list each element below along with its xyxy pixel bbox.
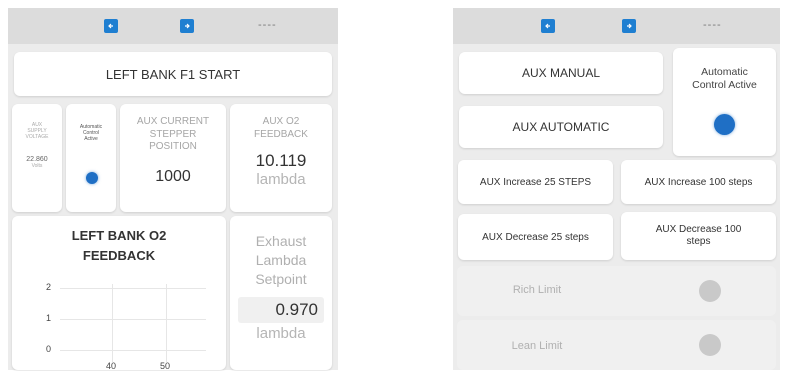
nav-forward-button[interactable] bbox=[180, 19, 194, 33]
setpoint-value-field[interactable]: 0.970 bbox=[238, 296, 324, 323]
aux-manual-button[interactable]: AUX MANUAL bbox=[459, 52, 663, 94]
exhaust-lambda-setpoint-card: Exhaust Lambda Setpoint 0.970 lambda bbox=[230, 216, 332, 370]
lean-limit-row: Lean Limit bbox=[457, 320, 776, 370]
arrow-left-icon bbox=[545, 23, 550, 29]
aux-automatic-button[interactable]: AUX AUTOMATIC bbox=[459, 106, 663, 148]
arrow-right-icon bbox=[185, 23, 190, 29]
aux-decrease-100-button[interactable]: AUX Decrease 100 steps bbox=[621, 212, 776, 260]
o2-feedback-value: 10.119 bbox=[255, 151, 307, 170]
auto-control-indicator bbox=[86, 172, 98, 184]
nav-menu-dots[interactable]: ---- bbox=[703, 19, 722, 31]
aux-increase-100-button[interactable]: AUX Increase 100 steps bbox=[621, 160, 776, 204]
aux-supply-unit: Volts bbox=[31, 163, 43, 169]
arrow-left-icon bbox=[108, 23, 113, 29]
rich-limit-indicator bbox=[699, 280, 721, 302]
nav-back-button[interactable] bbox=[541, 19, 555, 33]
aux-o2-feedback-card: AUX O2 FEEDBACK 10.119 lambda bbox=[230, 104, 332, 212]
left-bank-panel: ---- LEFT BANK F1 START AUX SUPPLY VOLTA… bbox=[8, 8, 338, 371]
auto-control-label: Automatic bbox=[701, 66, 748, 78]
chart-title: LEFT BANK O2 FEEDBACK bbox=[71, 228, 167, 264]
chart-ytick-label: 2 bbox=[46, 282, 52, 292]
o2-feedback-unit: lambda bbox=[256, 171, 306, 188]
aux-increase-25-button[interactable]: AUX Increase 25 STEPS bbox=[458, 160, 613, 204]
aux-supply-value: 22.860 bbox=[26, 156, 48, 163]
chart-ytick-label: 1 bbox=[46, 313, 52, 323]
chart-vgridline bbox=[166, 284, 167, 362]
o2-feedback-label: AUX O2 bbox=[262, 116, 300, 127]
left-nav-bar: ---- bbox=[8, 8, 338, 44]
auto-control-card-small: Automatic Control Active bbox=[66, 104, 116, 212]
setpoint-label: Exhaust bbox=[255, 233, 307, 249]
nav-menu-dots[interactable]: ---- bbox=[258, 19, 277, 31]
stepper-value: 1000 bbox=[155, 167, 191, 185]
chart-ytick-label: 0 bbox=[46, 344, 52, 354]
rich-limit-label: Rich Limit bbox=[512, 284, 562, 296]
chart-vgridline bbox=[112, 284, 113, 362]
stepper-position-card: AUX CURRENT STEPPER POSITION 1000 bbox=[120, 104, 226, 212]
lean-limit-label: Lean Limit bbox=[511, 340, 563, 352]
right-nav-bar: ---- bbox=[453, 8, 780, 44]
chart-gridline bbox=[60, 350, 206, 351]
stepper-label: AUX CURRENT bbox=[136, 116, 210, 127]
left-bank-f1-start-button[interactable]: LEFT BANK F1 START bbox=[14, 52, 332, 96]
aux-supply-voltage-card: AUX SUPPLY VOLTAGE 22.860 Volts bbox=[12, 104, 62, 212]
o2-feedback-chart-card: LEFT BANK O2 FEEDBACK 2 1 0 40 50 bbox=[12, 216, 226, 371]
arrow-right-icon bbox=[627, 23, 632, 29]
rich-limit-row: Rich Limit bbox=[457, 266, 776, 316]
chart-gridline bbox=[60, 319, 206, 320]
nav-forward-button[interactable] bbox=[622, 19, 636, 33]
aux-control-panel: ---- AUX MANUAL AUX AUTOMATIC Automatic … bbox=[453, 8, 780, 370]
nav-back-button[interactable] bbox=[104, 19, 118, 33]
auto-control-indicator bbox=[714, 114, 735, 135]
chart-gridline bbox=[60, 288, 206, 289]
setpoint-unit: lambda bbox=[256, 324, 306, 342]
aux-decrease-25-button[interactable]: AUX Decrease 25 steps bbox=[458, 214, 613, 260]
auto-control-card: Automatic Control Active bbox=[673, 48, 776, 156]
lean-limit-indicator bbox=[699, 334, 721, 356]
